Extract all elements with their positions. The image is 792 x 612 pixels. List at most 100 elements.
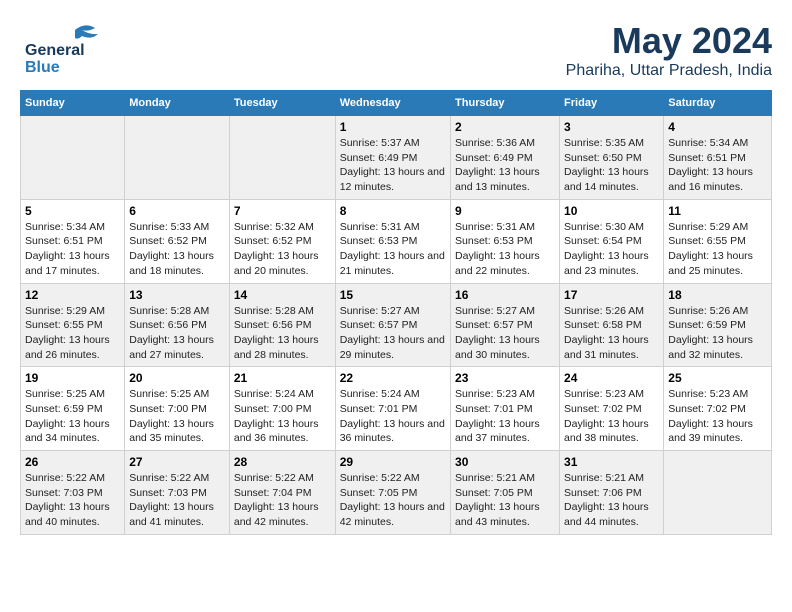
day-info: Sunrise: 5:24 AM Sunset: 7:00 PM Dayligh… xyxy=(234,387,331,446)
day-info: Sunrise: 5:24 AM Sunset: 7:01 PM Dayligh… xyxy=(340,387,446,446)
day-info: Sunrise: 5:29 AM Sunset: 6:55 PM Dayligh… xyxy=(25,304,120,363)
day-info: Sunrise: 5:21 AM Sunset: 7:05 PM Dayligh… xyxy=(455,471,555,530)
logo-svg: General Blue xyxy=(20,20,110,75)
day-number: 14 xyxy=(234,288,331,302)
calendar-cell: 28 Sunrise: 5:22 AM Sunset: 7:04 PM Dayli… xyxy=(229,451,335,535)
day-number: 10 xyxy=(564,204,659,218)
calendar-cell: 3 Sunrise: 5:35 AM Sunset: 6:50 PM Daylig… xyxy=(560,116,664,200)
page-subtitle: Phariha, Uttar Pradesh, India xyxy=(566,62,772,80)
calendar-cell xyxy=(229,116,335,200)
calendar-cell: 7 Sunrise: 5:32 AM Sunset: 6:52 PM Daylig… xyxy=(229,199,335,283)
day-info: Sunrise: 5:22 AM Sunset: 7:04 PM Dayligh… xyxy=(234,471,331,530)
calendar-cell: 19 Sunrise: 5:25 AM Sunset: 6:59 PM Dayli… xyxy=(21,367,125,451)
day-info: Sunrise: 5:33 AM Sunset: 6:52 PM Dayligh… xyxy=(129,220,225,279)
day-info: Sunrise: 5:27 AM Sunset: 6:57 PM Dayligh… xyxy=(340,304,446,363)
calendar-cell: 9Sunrise: 5:31 AM Sunset: 6:53 PM Daylig… xyxy=(451,199,560,283)
day-number: 29 xyxy=(340,455,446,469)
day-info: Sunrise: 5:26 AM Sunset: 6:58 PM Dayligh… xyxy=(564,304,659,363)
svg-text:Blue: Blue xyxy=(25,59,60,75)
day-number: 1 xyxy=(340,120,446,134)
day-number: 28 xyxy=(234,455,331,469)
calendar-cell: 31 Sunrise: 5:21 AM Sunset: 7:06 PM Dayli… xyxy=(560,451,664,535)
day-number: 8 xyxy=(340,204,446,218)
day-info: Sunrise: 5:23 AM Sunset: 7:02 PM Dayligh… xyxy=(668,387,767,446)
calendar-cell: 30 Sunrise: 5:21 AM Sunset: 7:05 PM Dayli… xyxy=(451,451,560,535)
day-number: 19 xyxy=(25,371,120,385)
calendar-cell: 16 Sunrise: 5:27 AM Sunset: 6:57 PM Dayli… xyxy=(451,283,560,367)
column-header-friday: Friday xyxy=(560,91,664,116)
day-number: 15 xyxy=(340,288,446,302)
title-block: May 2024 Phariha, Uttar Pradesh, India xyxy=(566,20,772,80)
calendar-week-row: 12 Sunrise: 5:29 AM Sunset: 6:55 PM Dayli… xyxy=(21,283,772,367)
calendar-cell: 5Sunrise: 5:34 AM Sunset: 6:51 PM Daylig… xyxy=(21,199,125,283)
day-number: 3 xyxy=(564,120,659,134)
day-info: Sunrise: 5:23 AM Sunset: 7:01 PM Dayligh… xyxy=(455,387,555,446)
column-header-wednesday: Wednesday xyxy=(335,91,450,116)
page-header: General Blue May 2024 Phariha, Uttar Pra… xyxy=(20,20,772,80)
calendar-header-row: SundayMondayTuesdayWednesdayThursdayFrid… xyxy=(21,91,772,116)
day-info: Sunrise: 5:22 AM Sunset: 7:05 PM Dayligh… xyxy=(340,471,446,530)
day-number: 26 xyxy=(25,455,120,469)
calendar-cell: 25 Sunrise: 5:23 AM Sunset: 7:02 PM Dayli… xyxy=(664,367,772,451)
day-number: 2 xyxy=(455,120,555,134)
calendar-cell: 15 Sunrise: 5:27 AM Sunset: 6:57 PM Dayli… xyxy=(335,283,450,367)
calendar-cell: 29 Sunrise: 5:22 AM Sunset: 7:05 PM Dayli… xyxy=(335,451,450,535)
day-info: Sunrise: 5:25 AM Sunset: 6:59 PM Dayligh… xyxy=(25,387,120,446)
day-number: 17 xyxy=(564,288,659,302)
day-info: Sunrise: 5:35 AM Sunset: 6:50 PM Dayligh… xyxy=(564,136,659,195)
calendar-cell: 24Sunrise: 5:23 AM Sunset: 7:02 PM Dayli… xyxy=(560,367,664,451)
column-header-sunday: Sunday xyxy=(21,91,125,116)
calendar-cell: 8Sunrise: 5:31 AM Sunset: 6:53 PM Daylig… xyxy=(335,199,450,283)
day-info: Sunrise: 5:25 AM Sunset: 7:00 PM Dayligh… xyxy=(129,387,225,446)
day-number: 20 xyxy=(129,371,225,385)
day-info: Sunrise: 5:37 AM Sunset: 6:49 PM Dayligh… xyxy=(340,136,446,195)
day-info: Sunrise: 5:22 AM Sunset: 7:03 PM Dayligh… xyxy=(129,471,225,530)
day-number: 18 xyxy=(668,288,767,302)
day-info: Sunrise: 5:21 AM Sunset: 7:06 PM Dayligh… xyxy=(564,471,659,530)
calendar-cell: 18Sunrise: 5:26 AM Sunset: 6:59 PM Dayli… xyxy=(664,283,772,367)
day-info: Sunrise: 5:27 AM Sunset: 6:57 PM Dayligh… xyxy=(455,304,555,363)
day-number: 21 xyxy=(234,371,331,385)
calendar-cell xyxy=(664,451,772,535)
day-number: 24 xyxy=(564,371,659,385)
calendar-week-row: 5Sunrise: 5:34 AM Sunset: 6:51 PM Daylig… xyxy=(21,199,772,283)
calendar-cell: 12 Sunrise: 5:29 AM Sunset: 6:55 PM Dayli… xyxy=(21,283,125,367)
day-info: Sunrise: 5:28 AM Sunset: 6:56 PM Dayligh… xyxy=(234,304,331,363)
day-info: Sunrise: 5:36 AM Sunset: 6:49 PM Dayligh… xyxy=(455,136,555,195)
calendar-week-row: 1 Sunrise: 5:37 AM Sunset: 6:49 PM Daylig… xyxy=(21,116,772,200)
day-number: 9 xyxy=(455,204,555,218)
svg-text:General: General xyxy=(25,42,85,59)
day-number: 25 xyxy=(668,371,767,385)
day-number: 13 xyxy=(129,288,225,302)
day-number: 12 xyxy=(25,288,120,302)
day-info: Sunrise: 5:34 AM Sunset: 6:51 PM Dayligh… xyxy=(668,136,767,195)
calendar-table: SundayMondayTuesdayWednesdayThursdayFrid… xyxy=(20,90,772,535)
day-number: 4 xyxy=(668,120,767,134)
day-number: 5 xyxy=(25,204,120,218)
column-header-monday: Monday xyxy=(125,91,230,116)
logo: General Blue xyxy=(20,20,110,75)
calendar-cell: 1 Sunrise: 5:37 AM Sunset: 6:49 PM Daylig… xyxy=(335,116,450,200)
calendar-cell: 14 Sunrise: 5:28 AM Sunset: 6:56 PM Dayli… xyxy=(229,283,335,367)
day-info: Sunrise: 5:22 AM Sunset: 7:03 PM Dayligh… xyxy=(25,471,120,530)
column-header-thursday: Thursday xyxy=(451,91,560,116)
calendar-cell: 27 Sunrise: 5:22 AM Sunset: 7:03 PM Dayli… xyxy=(125,451,230,535)
day-number: 16 xyxy=(455,288,555,302)
calendar-cell: 21 Sunrise: 5:24 AM Sunset: 7:00 PM Dayli… xyxy=(229,367,335,451)
day-number: 27 xyxy=(129,455,225,469)
calendar-cell: 13Sunrise: 5:28 AM Sunset: 6:56 PM Dayli… xyxy=(125,283,230,367)
day-number: 7 xyxy=(234,204,331,218)
calendar-cell: 17 Sunrise: 5:26 AM Sunset: 6:58 PM Dayli… xyxy=(560,283,664,367)
calendar-cell: 2 Sunrise: 5:36 AM Sunset: 6:49 PM Daylig… xyxy=(451,116,560,200)
day-info: Sunrise: 5:30 AM Sunset: 6:54 PM Dayligh… xyxy=(564,220,659,279)
calendar-cell: 10 Sunrise: 5:30 AM Sunset: 6:54 PM Dayli… xyxy=(560,199,664,283)
day-number: 31 xyxy=(564,455,659,469)
calendar-cell: 20 Sunrise: 5:25 AM Sunset: 7:00 PM Dayli… xyxy=(125,367,230,451)
calendar-cell: 23Sunrise: 5:23 AM Sunset: 7:01 PM Dayli… xyxy=(451,367,560,451)
column-header-tuesday: Tuesday xyxy=(229,91,335,116)
day-info: Sunrise: 5:32 AM Sunset: 6:52 PM Dayligh… xyxy=(234,220,331,279)
day-number: 11 xyxy=(668,204,767,218)
column-header-saturday: Saturday xyxy=(664,91,772,116)
calendar-cell xyxy=(125,116,230,200)
day-number: 30 xyxy=(455,455,555,469)
